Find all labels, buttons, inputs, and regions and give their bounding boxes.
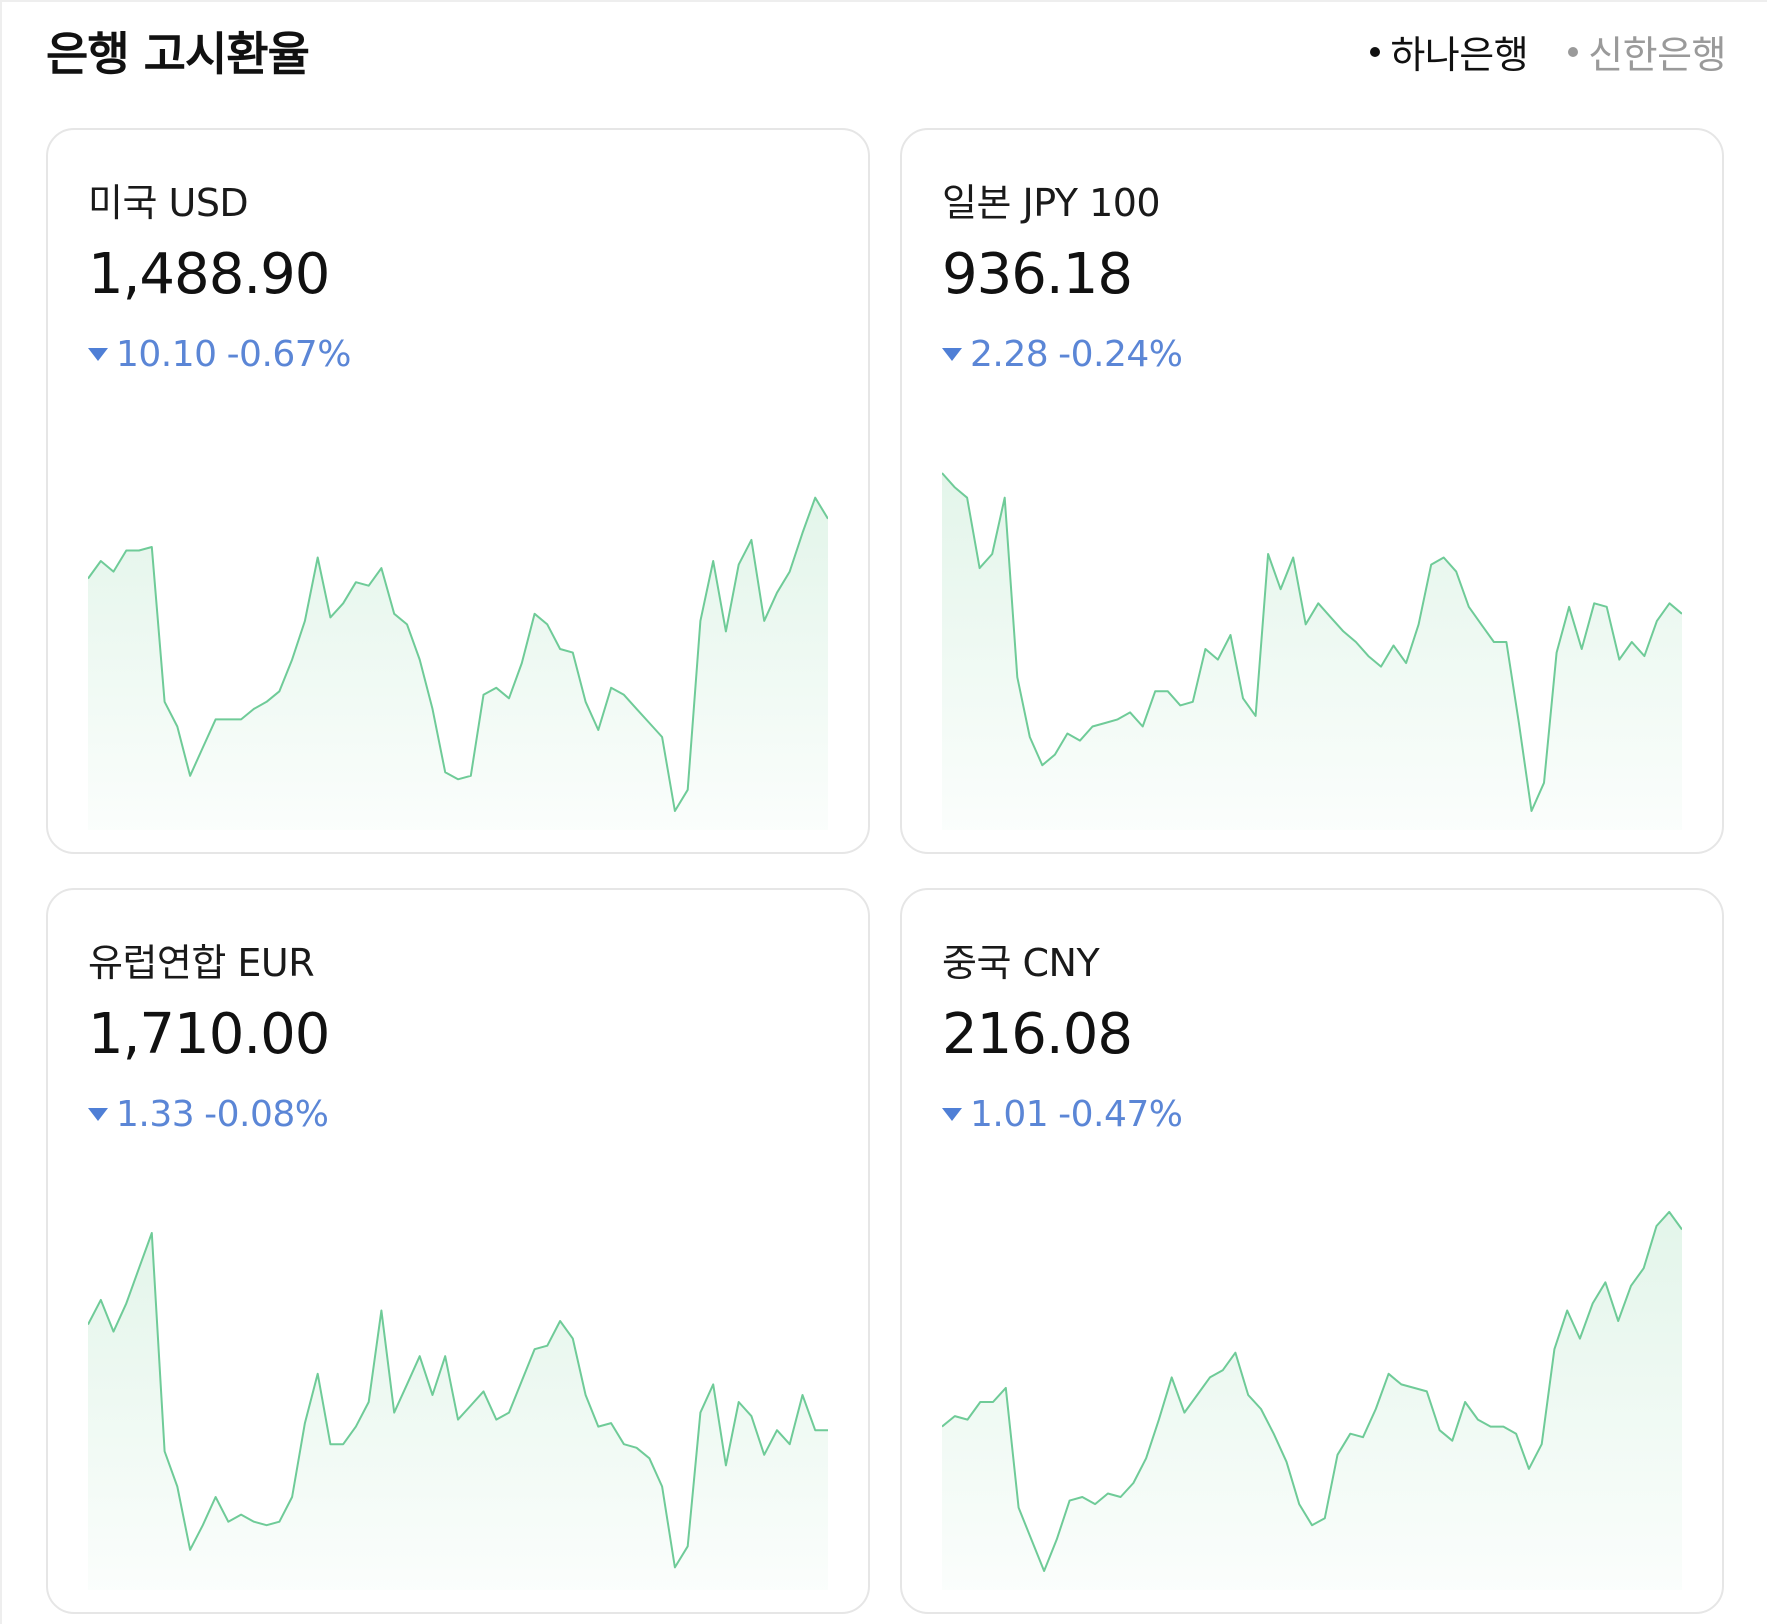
rate-chart — [88, 496, 828, 830]
change-percent: -0.67% — [226, 334, 352, 375]
currency-name: 중국 CNY — [942, 941, 1100, 985]
rate-chart — [942, 472, 1682, 830]
exchange-rate: 1,710.00 — [88, 1002, 330, 1067]
down-triangle-icon — [88, 1108, 108, 1121]
bank-tab-shinhan[interactable]: 신한은행 — [1568, 24, 1726, 79]
change-percent: -0.24% — [1058, 334, 1183, 375]
rate-chart — [88, 1232, 828, 1590]
bank-tab-label: 신한은행 — [1588, 33, 1726, 77]
bank-tabs: 하나은행 신한은행 — [1370, 24, 1726, 79]
exchange-rate: 216.08 — [942, 1002, 1133, 1067]
rate-card-jpy[interactable]: 일본 JPY 100 936.18 2.28 -0.24% — [900, 128, 1724, 854]
change-percent: -0.47% — [1058, 1094, 1183, 1135]
currency-name: 일본 JPY 100 — [942, 181, 1161, 225]
rate-change: 1.33 -0.08% — [88, 1094, 329, 1135]
change-amount: 10.10 — [116, 334, 217, 375]
bank-tab-label: 하나은행 — [1390, 33, 1529, 77]
currency-name: 미국 USD — [88, 181, 249, 225]
rate-card-eur[interactable]: 유럽연합 EUR 1,710.00 1.33 -0.08% — [46, 888, 870, 1614]
active-dot-icon — [1370, 46, 1381, 57]
header: 은행 고시환율 하나은행 신한은행 — [46, 14, 1726, 84]
rate-change: 1.01 -0.47% — [942, 1094, 1183, 1135]
change-amount: 1.01 — [970, 1094, 1049, 1135]
chart-area-fill — [942, 1211, 1682, 1590]
rate-change: 10.10 -0.67% — [88, 334, 351, 375]
chart-area-fill — [942, 473, 1682, 830]
page-title: 은행 고시환율 — [46, 27, 310, 81]
rate-card-cny[interactable]: 중국 CNY 216.08 1.01 -0.47% — [900, 888, 1724, 1614]
change-amount: 2.28 — [970, 334, 1049, 375]
down-triangle-icon — [88, 348, 108, 361]
change-percent: -0.08% — [204, 1094, 329, 1135]
bank-tab-hana[interactable]: 하나은행 — [1370, 24, 1529, 79]
inactive-dot-icon — [1568, 46, 1579, 57]
down-triangle-icon — [942, 1108, 962, 1121]
rate-card-usd[interactable]: 미국 USD 1,488.90 10.10 -0.67% — [46, 128, 870, 854]
rate-chart — [942, 1210, 1682, 1590]
currency-name: 유럽연합 EUR — [88, 941, 315, 985]
rate-change: 2.28 -0.24% — [942, 334, 1183, 375]
change-amount: 1.33 — [116, 1094, 195, 1135]
exchange-rate: 936.18 — [942, 242, 1133, 307]
down-triangle-icon — [942, 348, 962, 361]
exchange-rate: 1,488.90 — [88, 242, 330, 307]
